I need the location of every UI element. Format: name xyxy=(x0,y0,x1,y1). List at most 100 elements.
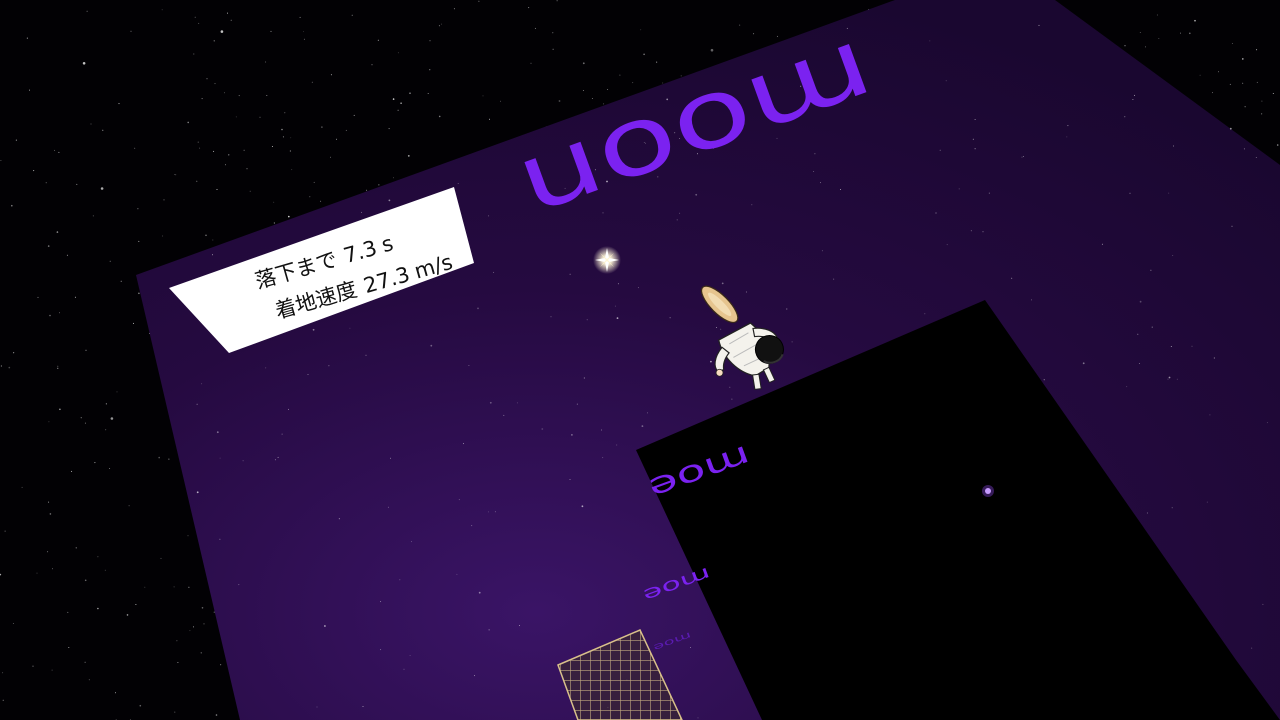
floor-star xyxy=(1191,345,1193,347)
floor-star xyxy=(516,402,518,404)
floor-star xyxy=(429,40,431,42)
floor-star xyxy=(219,538,221,540)
floor-star xyxy=(720,328,722,330)
floor-star xyxy=(1173,145,1174,147)
world-layer: moon moe moe moe xyxy=(136,0,1280,720)
floor-star xyxy=(387,506,389,508)
floor-star xyxy=(338,518,340,520)
floor-star xyxy=(196,403,198,405)
floor-star xyxy=(1256,81,1258,83)
floor-star xyxy=(1132,99,1134,100)
floor-star xyxy=(1145,46,1146,48)
floor-star xyxy=(1209,414,1211,416)
floor-star xyxy=(290,137,292,139)
floor-star xyxy=(695,193,698,196)
floor-star xyxy=(288,408,289,410)
floor-star xyxy=(503,414,505,416)
floor-star xyxy=(175,174,177,176)
floor-star xyxy=(731,398,733,400)
floor-star xyxy=(552,48,554,50)
floor-star xyxy=(970,230,972,232)
floor-star xyxy=(935,212,937,214)
floor-star xyxy=(1266,422,1268,424)
floor-star xyxy=(1150,269,1152,271)
floor-star xyxy=(939,149,941,151)
floor-star xyxy=(309,196,311,198)
floor-star xyxy=(814,153,816,155)
floor-star xyxy=(330,156,331,158)
floor-star xyxy=(303,31,304,33)
floor-star xyxy=(173,586,175,588)
floor-star xyxy=(603,103,605,105)
floor-star xyxy=(349,327,351,329)
floor-star xyxy=(974,148,976,150)
floor-star xyxy=(371,64,373,66)
floor-star xyxy=(259,116,261,118)
floor-star xyxy=(316,706,318,708)
floor-star xyxy=(617,283,619,285)
floor-star xyxy=(458,499,460,501)
floor-star xyxy=(1151,326,1153,328)
floor-star xyxy=(281,433,283,435)
floor-star xyxy=(541,428,544,430)
floor-star xyxy=(679,212,681,214)
floor-star xyxy=(632,82,634,84)
floor-star xyxy=(345,129,347,131)
floor-star xyxy=(399,579,401,581)
floor-star xyxy=(468,365,470,366)
floor-star xyxy=(601,429,602,431)
floor-star xyxy=(1139,300,1142,303)
floor-star xyxy=(576,403,578,405)
floor-star xyxy=(1199,74,1201,76)
floor-star xyxy=(409,655,411,656)
floor-star xyxy=(474,675,475,677)
floor-star xyxy=(488,629,490,631)
floor-star xyxy=(463,443,464,445)
floor-star xyxy=(1134,94,1135,96)
floor-star xyxy=(328,365,330,367)
floor-star xyxy=(833,278,835,280)
floor-star xyxy=(362,706,364,707)
floor-star xyxy=(471,525,473,527)
floor-star xyxy=(602,457,604,459)
floor-star xyxy=(174,174,176,175)
floor-star xyxy=(357,278,359,280)
floor-star xyxy=(361,211,362,213)
floor-star xyxy=(249,190,251,192)
floor-star xyxy=(519,625,520,626)
floor-star xyxy=(284,112,286,114)
floor-star xyxy=(1137,333,1139,335)
floor-star xyxy=(1176,378,1178,380)
floor-star xyxy=(1139,32,1141,33)
floor-star xyxy=(982,231,984,233)
floor-star xyxy=(1243,148,1245,150)
floor-star xyxy=(430,344,433,347)
floor-star xyxy=(1255,157,1257,158)
floor-star xyxy=(201,383,203,385)
floor-star xyxy=(988,192,990,194)
floor-star xyxy=(256,301,258,304)
floor-star xyxy=(246,168,248,170)
floor-star xyxy=(1101,243,1103,245)
floor-star xyxy=(840,189,841,190)
floor-star xyxy=(1038,24,1040,26)
floor-star xyxy=(1251,647,1253,649)
floor-star xyxy=(456,573,458,575)
floor-star xyxy=(1011,277,1013,279)
floor-star xyxy=(1021,156,1023,158)
floor-star xyxy=(1043,379,1045,381)
floor-star xyxy=(424,260,426,262)
floor-star xyxy=(929,40,931,42)
floor-star xyxy=(242,460,244,462)
floor-star xyxy=(407,155,410,157)
floor-star xyxy=(637,287,639,289)
floor-star xyxy=(569,479,571,480)
floor-star xyxy=(477,307,479,310)
floor-star xyxy=(1126,386,1128,388)
floor-star xyxy=(669,317,671,319)
floor-star xyxy=(494,511,496,513)
floor-star xyxy=(1170,346,1172,347)
floor-star xyxy=(647,412,648,414)
floor-star xyxy=(238,95,240,97)
floor-star xyxy=(219,457,221,459)
